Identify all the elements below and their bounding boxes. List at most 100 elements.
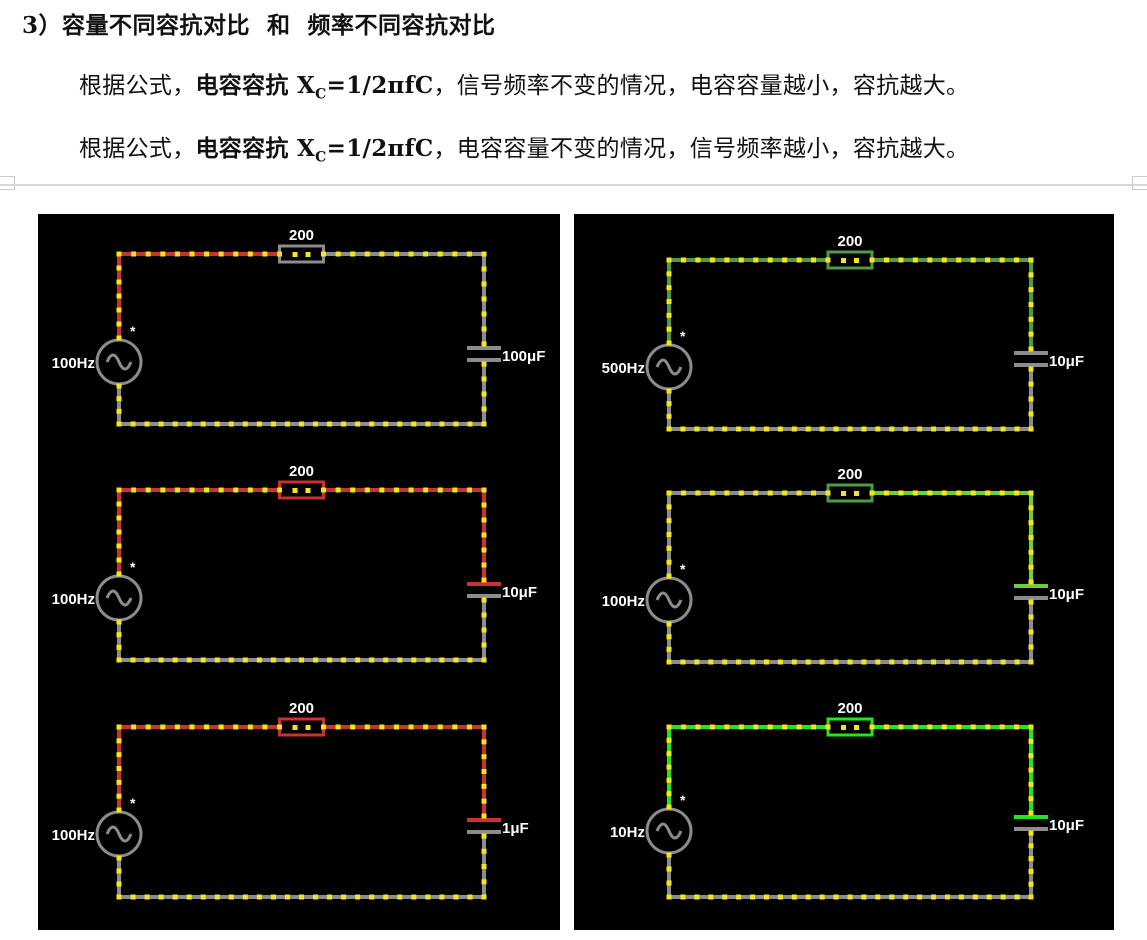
current-dot xyxy=(903,659,909,665)
current-dot xyxy=(160,724,166,730)
current-dot xyxy=(694,659,700,665)
resistor-dot xyxy=(854,725,859,730)
section-heading: 3）容量不同容抗对比 和 频率不同容抗对比 xyxy=(22,12,496,39)
current-dot xyxy=(189,251,195,257)
current-dot xyxy=(666,880,672,886)
current-dot xyxy=(204,251,210,257)
current-dot xyxy=(172,894,178,900)
current-dot xyxy=(439,421,445,427)
current-dot xyxy=(736,426,742,432)
current-dot xyxy=(999,490,1005,496)
resistor-body xyxy=(278,244,325,264)
current-dot xyxy=(985,257,991,263)
current-dot xyxy=(466,251,472,257)
page-margin-corner-left xyxy=(0,176,15,190)
resistor-dot xyxy=(854,258,859,263)
current-dot xyxy=(931,426,937,432)
current-dot xyxy=(116,807,122,813)
current-dot xyxy=(944,894,950,900)
current-dot xyxy=(247,487,253,493)
current-dot xyxy=(811,490,817,496)
current-dot xyxy=(791,659,797,665)
current-dot xyxy=(722,426,728,432)
capacitor-plate-bottom xyxy=(467,358,501,362)
current-dot xyxy=(256,657,262,663)
formula-label: 电容容抗 xyxy=(195,135,298,162)
current-dot xyxy=(350,487,356,493)
current-dot xyxy=(666,777,672,783)
current-dot xyxy=(898,257,904,263)
resistor-value-label: 200 xyxy=(289,463,314,480)
current-dot xyxy=(160,251,166,257)
current-dot xyxy=(481,739,487,745)
current-dot xyxy=(724,724,730,730)
current-dot xyxy=(1028,396,1034,402)
current-dot xyxy=(883,257,889,263)
current-dot xyxy=(972,659,978,665)
resistor-value-label: 200 xyxy=(289,227,314,244)
resistor-dot xyxy=(292,488,298,493)
current-dot xyxy=(481,798,487,804)
current-dot xyxy=(869,724,875,730)
current-dot xyxy=(481,562,487,568)
current-dot xyxy=(927,490,933,496)
current-dot xyxy=(898,724,904,730)
current-dot xyxy=(666,388,672,394)
current-dot xyxy=(796,257,802,263)
current-dot xyxy=(172,421,178,427)
current-dot xyxy=(355,657,361,663)
current-dot xyxy=(666,271,672,277)
current-dot xyxy=(218,251,224,257)
resistor-value-label: 200 xyxy=(837,466,862,483)
current-dot xyxy=(350,251,356,257)
current-dot xyxy=(341,894,347,900)
current-dot xyxy=(680,490,686,496)
current-dot xyxy=(408,724,414,730)
current-dot xyxy=(941,257,947,263)
current-dot xyxy=(763,426,769,432)
current-dot xyxy=(927,257,933,263)
current-dot xyxy=(481,421,487,427)
current-dot xyxy=(158,894,164,900)
current-dot xyxy=(1028,564,1034,570)
capacitor-value-label: 1μF xyxy=(502,820,529,837)
current-dot xyxy=(116,529,122,535)
current-dot xyxy=(158,421,164,427)
resistor-body xyxy=(826,483,874,503)
current-dot xyxy=(1028,724,1034,730)
current-dot xyxy=(970,724,976,730)
current-dot xyxy=(722,659,728,665)
current-dot xyxy=(1028,426,1034,432)
current-dot xyxy=(680,659,686,665)
current-dot xyxy=(709,257,715,263)
current-dot xyxy=(796,490,802,496)
page-margin-corner-right xyxy=(1132,176,1147,190)
current-dot xyxy=(738,257,744,263)
source-frequency-label: 10Hz xyxy=(610,824,645,841)
resistor-dot xyxy=(305,252,311,257)
current-dot xyxy=(833,426,839,432)
current-dot xyxy=(247,724,253,730)
current-dot xyxy=(1028,520,1034,526)
current-dot xyxy=(782,724,788,730)
current-dot xyxy=(666,621,672,627)
current-dot xyxy=(680,426,686,432)
current-dot xyxy=(200,421,206,427)
current-dot xyxy=(782,257,788,263)
resistor-dot xyxy=(305,488,311,493)
current-dot xyxy=(1028,287,1034,293)
current-dot xyxy=(956,490,962,496)
current-dot xyxy=(481,266,487,272)
current-dot xyxy=(481,281,487,287)
current-dot xyxy=(666,401,672,407)
current-dot xyxy=(466,724,472,730)
current-dot xyxy=(875,659,881,665)
capacitor-value-label: 10μF xyxy=(1049,586,1084,603)
current-dot xyxy=(453,421,459,427)
current-dot xyxy=(116,644,122,650)
current-dot xyxy=(116,307,122,313)
current-dot xyxy=(1000,426,1006,432)
polarity-marker: * xyxy=(680,792,686,808)
current-dot xyxy=(481,833,487,839)
current-dot xyxy=(763,894,769,900)
